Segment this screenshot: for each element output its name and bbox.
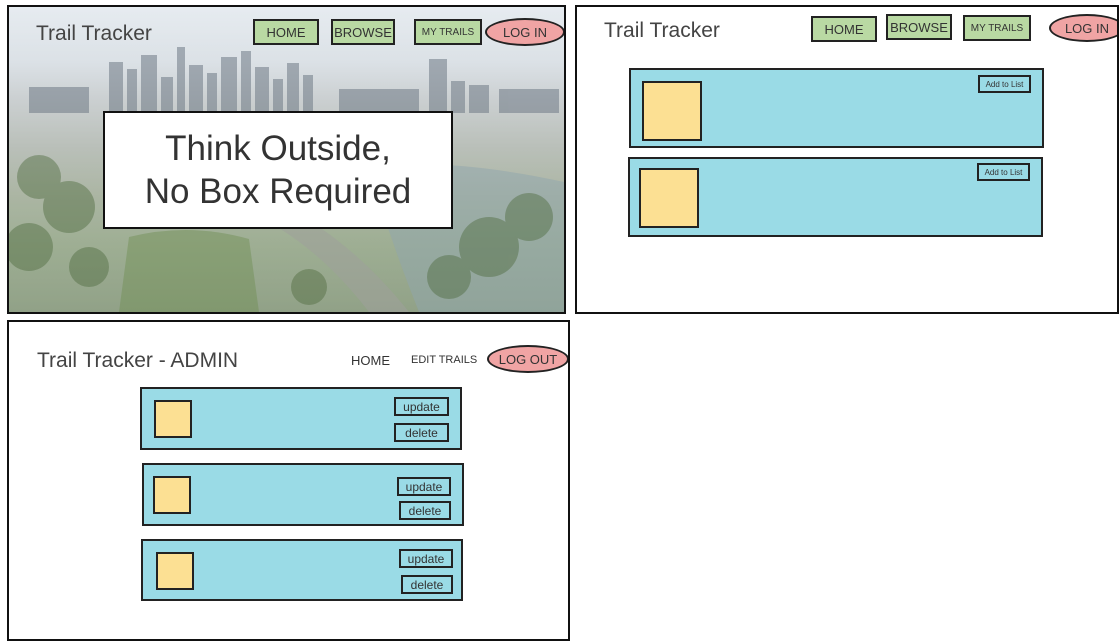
trail-thumbnail (642, 81, 702, 141)
logout-button[interactable]: LOG OUT (487, 345, 568, 373)
hero-tagline-box: Think Outside, No Box Required (103, 111, 453, 229)
browse-wireframe: Trail Tracker HOME BROWSE MY TRAILS LOG … (575, 5, 1119, 314)
add-to-list-button[interactable]: Add to List (977, 163, 1030, 181)
admin-wireframe: Trail Tracker - ADMIN HOME EDIT TRAILS L… (7, 320, 570, 641)
update-button[interactable]: update (399, 549, 453, 568)
admin-trail-card: update delete (140, 387, 462, 450)
admin-trail-card: update delete (141, 539, 463, 601)
admin-trail-card: update delete (142, 463, 464, 526)
trail-thumbnail (639, 168, 699, 228)
login-button[interactable]: LOG IN (1049, 14, 1117, 42)
nav-home-link[interactable]: HOME (351, 353, 390, 368)
nav-edit-trails-link[interactable]: EDIT TRAILS (411, 354, 477, 366)
update-button[interactable]: update (394, 397, 449, 416)
delete-button[interactable]: delete (401, 575, 453, 594)
nav-browse-button[interactable]: BROWSE (331, 19, 395, 45)
hero-tagline-line2: No Box Required (144, 172, 412, 211)
nav-browse-button[interactable]: BROWSE (886, 14, 952, 40)
trail-card[interactable]: Add to List (628, 157, 1043, 237)
trail-thumbnail (156, 552, 194, 590)
nav-home-button[interactable]: HOME (811, 16, 877, 42)
add-to-list-button[interactable]: Add to List (978, 75, 1031, 93)
nav-my-trails-button[interactable]: MY TRAILS (414, 19, 482, 45)
app-title: Trail Tracker (36, 22, 152, 45)
login-button[interactable]: LOG IN (485, 18, 564, 46)
app-title: Trail Tracker - ADMIN (37, 349, 239, 372)
nav-home-button[interactable]: HOME (253, 19, 319, 45)
trail-thumbnail (154, 400, 192, 438)
delete-button[interactable]: delete (399, 501, 451, 520)
trail-card[interactable]: Add to List (629, 68, 1044, 148)
update-button[interactable]: update (397, 477, 451, 496)
delete-button[interactable]: delete (394, 423, 449, 442)
app-title: Trail Tracker (604, 19, 720, 42)
nav-my-trails-button[interactable]: MY TRAILS (963, 15, 1031, 41)
trail-thumbnail (153, 476, 191, 514)
hero-tagline-line1: Think Outside, (165, 128, 391, 168)
home-wireframe: Trail Tracker HOME BROWSE MY TRAILS LOG … (7, 5, 566, 314)
